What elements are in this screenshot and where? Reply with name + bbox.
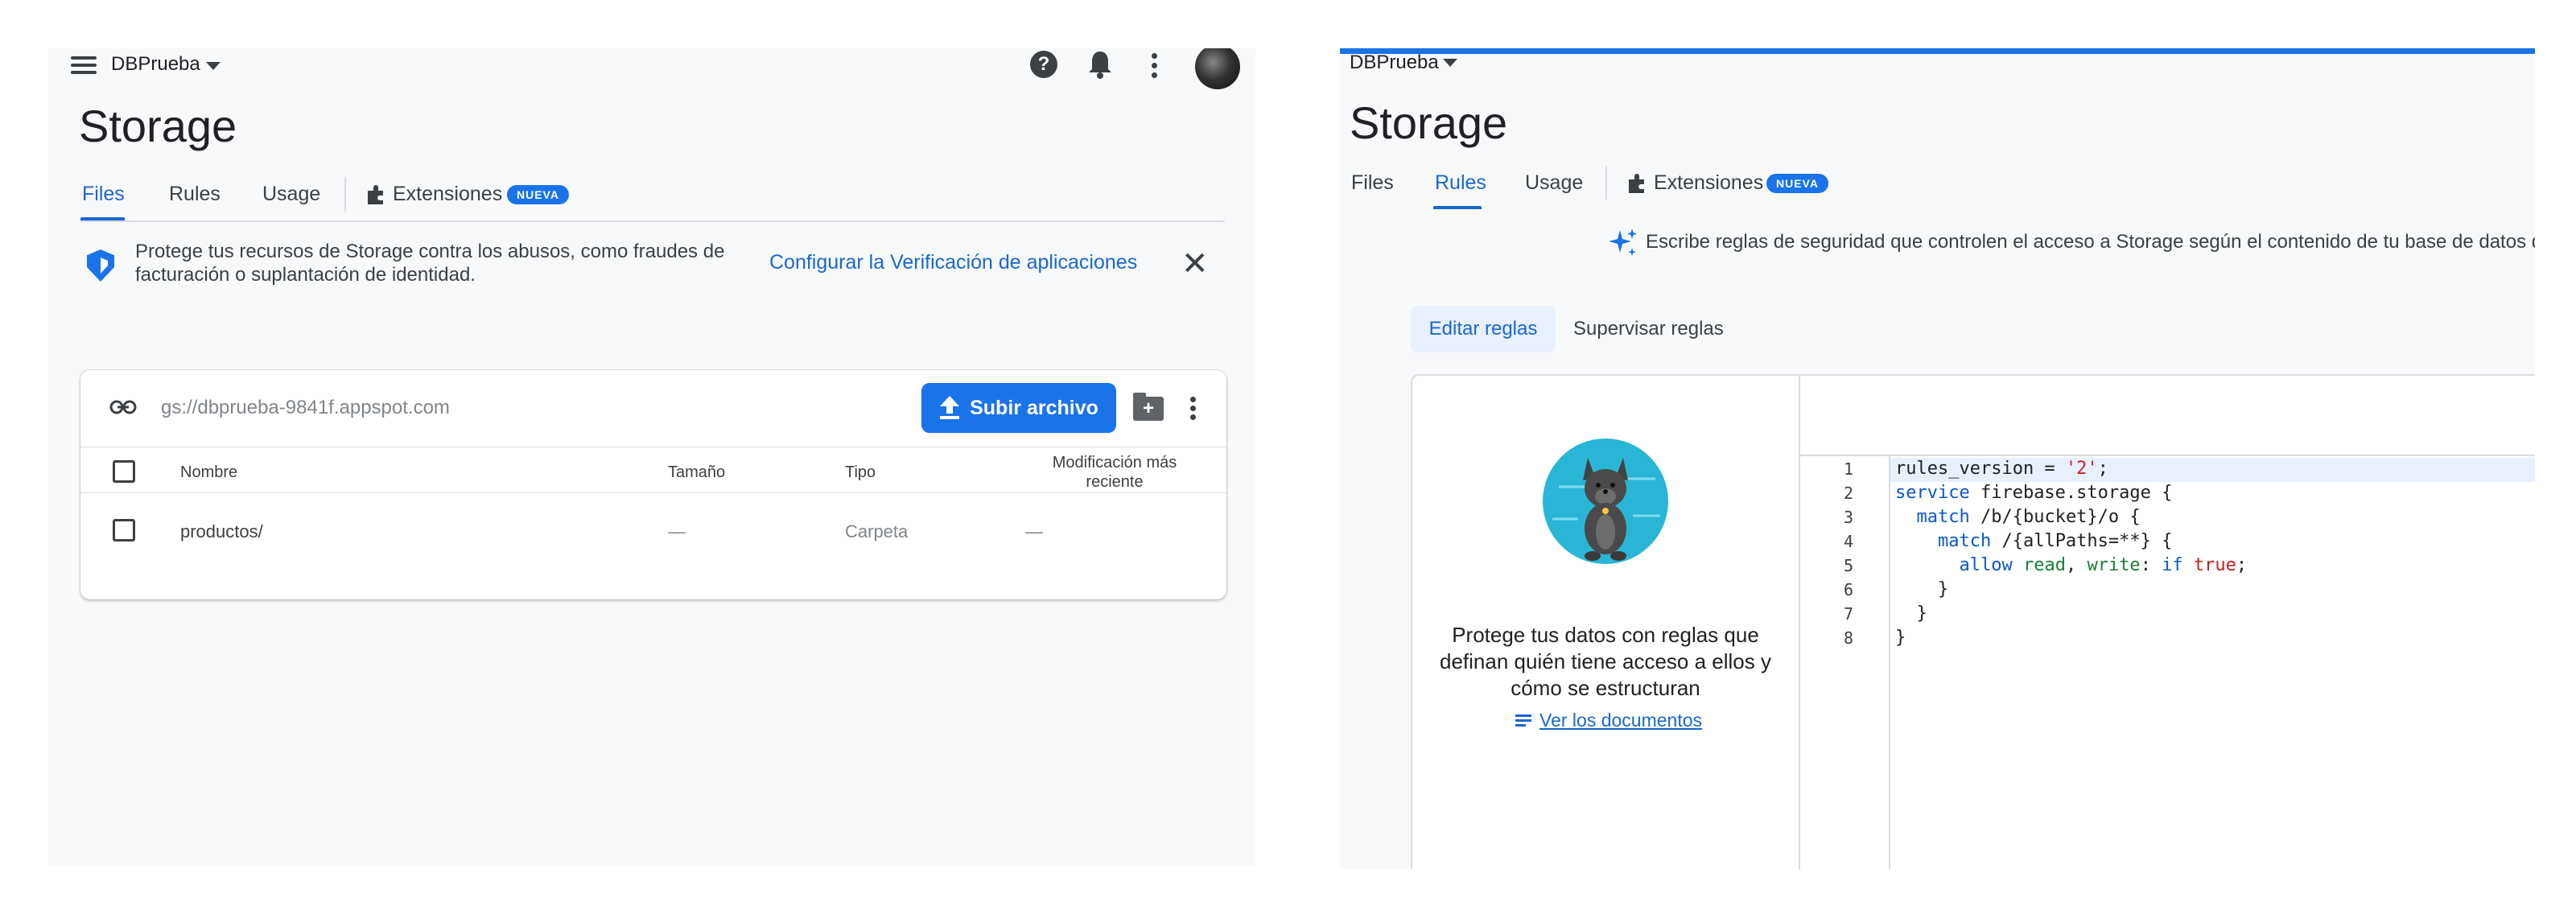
file-size: — [668,521,686,541]
project-selector[interactable]: DBPrueba [111,53,200,76]
code-line[interactable]: } [1895,628,1906,648]
tab-divider [344,177,346,212]
code-line[interactable]: rules_version = '2'; [1895,459,2108,479]
rules-intro-pane: Protege tus datos con reglas que definan… [1412,376,1800,869]
extensions-icon [1629,174,1644,193]
more-vert-icon[interactable] [1151,51,1159,79]
app-check-banner-line1: Protege tus recursos de Storage contra l… [135,241,725,262]
tabs-divider [80,220,1225,222]
rules-editor-card: Protege tus datos con reglas que definan… [1411,374,2535,869]
bucket-path: gs://dbprueba-9841f.appspot.com [161,397,450,418]
code-line[interactable]: } [1895,579,1948,599]
line-number: 7 [1843,604,1854,624]
code-line[interactable]: match /b/{bucket}/o { [1895,507,2141,527]
upload-file-label: Subir archivo [970,396,1098,419]
more-vert-icon[interactable] [1189,395,1197,422]
chevron-down-icon[interactable] [1443,59,1457,67]
column-header-name[interactable]: Nombre [180,463,237,482]
code-editor[interactable]: 1 2 3 4 5 6 7 8 rules_version = '2'; ser… [1800,376,2535,869]
monitor-rules-tab[interactable]: Supervisar reglas [1573,306,1724,352]
active-tab-indicator [1433,206,1482,209]
shield-icon [87,249,114,282]
tab-files[interactable]: Files [1351,171,1394,195]
tab-usage[interactable]: Usage [262,183,320,206]
line-number: 3 [1843,508,1854,527]
line-number: 2 [1843,484,1854,503]
bell-icon[interactable] [1087,50,1113,79]
configure-app-check-link[interactable]: Configurar la Verificación de aplicacion… [769,251,1137,274]
docs-link-label[interactable]: Ver los documentos [1539,710,1702,731]
menu-icon[interactable] [71,55,97,74]
page-title: Storage [1350,97,1508,148]
files-screen: DBPrueba ? Storage Files Rules Usage Ext… [48,48,1255,866]
tab-extensions[interactable]: Extensiones [1654,171,1763,195]
project-selector[interactable]: DBPrueba [1350,51,1439,74]
line-number: 5 [1843,556,1854,575]
file-browser-card: gs://dbprueba-9841f.appspot.com Subir ar… [80,370,1226,599]
gutter-divider [1889,456,1890,869]
line-number: 4 [1843,532,1854,551]
new-badge: NUEVA [1766,174,1828,193]
file-type: Carpeta [845,521,909,541]
extensions-icon [368,185,383,204]
code-line[interactable]: } [1895,603,1927,624]
new-badge: NUEVA [507,185,569,204]
column-header-type[interactable]: Tipo [845,463,876,482]
avatar[interactable] [1195,48,1240,89]
line-number: 1 [1843,459,1854,479]
file-name[interactable]: productos/ [180,521,263,542]
close-icon[interactable]: ✕ [1181,248,1209,280]
line-number: 8 [1843,628,1854,648]
editor-toolbar [1800,376,2535,456]
app-check-banner-line2: facturación o suplantación de identidad. [135,264,476,286]
tab-rules[interactable]: Rules [169,183,221,206]
line-number: 6 [1843,580,1854,599]
column-header-modified-line2[interactable]: reciente [1025,473,1204,492]
mascot-illustration [1543,439,1668,564]
rules-screen: DBPrueba Storage Files Rules Usage Exten… [1340,48,2535,869]
tab-divider [1605,166,1607,200]
code-line[interactable]: match /{allPaths=**} { [1895,531,2172,551]
help-icon[interactable]: ? [1030,51,1057,78]
row-checkbox[interactable] [113,519,135,541]
page-title: Storage [79,101,237,151]
file-modified: — [1025,521,1043,541]
rules-intro-line1: Protege tus datos con reglas que [1452,623,1759,647]
column-header-size[interactable]: Tamaño [668,463,725,482]
chevron-down-icon[interactable] [206,62,221,70]
dog-icon [1552,458,1660,561]
create-folder-icon[interactable]: + [1133,393,1164,421]
tab-extensions[interactable]: Extensiones [393,183,502,206]
link-icon [109,400,137,414]
sparkle-icon [1609,229,1637,256]
column-header-modified-line1[interactable]: Modificación más [1025,454,1204,472]
upload-file-button[interactable]: Subir archivo [921,383,1116,433]
tab-files[interactable]: Files [82,183,125,206]
code-line[interactable]: allow read, write: if true; [1895,555,2247,575]
loading-strip [1340,48,2535,54]
rules-intro-line3: cómo se estructuran [1511,676,1700,700]
rules-intro-line2: definan quién tiene acceso a ellos y [1440,649,1771,673]
rules-info-text: Escribe reglas de seguridad que controle… [1646,231,2535,253]
tab-rules[interactable]: Rules [1435,171,1486,195]
select-all-checkbox[interactable] [113,460,135,483]
edit-rules-tab[interactable]: Editar reglas [1411,306,1556,352]
code-line[interactable]: service firebase.storage { [1895,483,2172,503]
docs-link[interactable]: Ver los documentos [1515,710,1702,731]
tab-usage[interactable]: Usage [1525,171,1583,195]
upload-icon [940,396,960,419]
notes-icon [1515,714,1531,727]
table-row[interactable]: productos/ — Carpeta — [80,493,1226,570]
